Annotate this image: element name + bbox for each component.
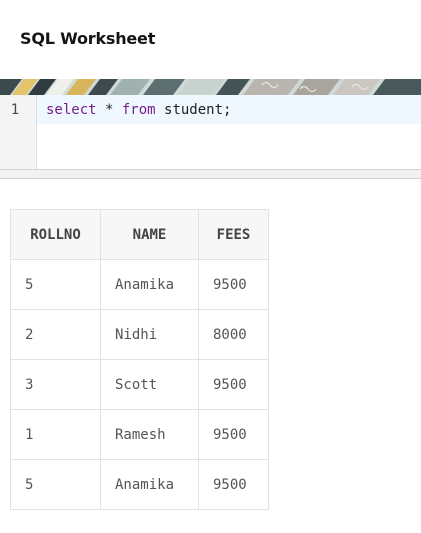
cell-fees: 9500 [198,409,269,460]
cell-rollno: 5 [10,459,101,510]
sql-keyword-select: select [46,102,97,118]
sql-token-star: * [96,102,122,118]
sql-editor[interactable]: 1 select * from student; [0,95,421,169]
column-header-fees: FEES [198,209,269,260]
pane-splitter[interactable] [0,169,421,179]
line-number-gutter: 1 [0,95,37,169]
column-header-name: NAME [100,209,199,260]
cell-name: Scott [100,359,199,410]
sql-worksheet-page: SQL Worksheet 1 select * from student; R… [0,0,421,533]
cell-name: Nidhi [100,309,199,360]
line-number: 1 [10,102,20,118]
banner-pattern-graphic [0,79,421,95]
sql-code-line[interactable]: select * from student; [46,102,231,118]
table-row: 3 Scott 9500 [10,359,269,410]
cell-rollno: 5 [10,259,101,310]
cell-name: Anamika [100,459,199,510]
table-row: 5 Anamika 9500 [10,259,269,310]
cell-rollno: 2 [10,309,101,360]
column-header-rollno: ROLLNO [10,209,101,260]
cell-fees: 9500 [198,259,269,310]
table-row: 1 Ramesh 9500 [10,409,269,460]
cell-rollno: 1 [10,409,101,460]
sql-token-table: student; [155,102,232,118]
cell-fees: 8000 [198,309,269,360]
decorative-banner [0,79,421,95]
cell-name: Anamika [100,259,199,310]
cell-rollno: 3 [10,359,101,410]
cell-fees: 9500 [198,359,269,410]
sql-keyword-from: from [121,102,156,118]
cell-fees: 9500 [198,459,269,510]
page-title: SQL Worksheet [20,29,156,48]
cell-name: Ramesh [100,409,199,460]
table-row: 5 Anamika 9500 [10,459,269,510]
results-header-row: ROLLNO NAME FEES [10,209,269,260]
results-table: ROLLNO NAME FEES 5 Anamika 9500 2 Nidhi … [10,209,269,510]
table-row: 2 Nidhi 8000 [10,309,269,360]
